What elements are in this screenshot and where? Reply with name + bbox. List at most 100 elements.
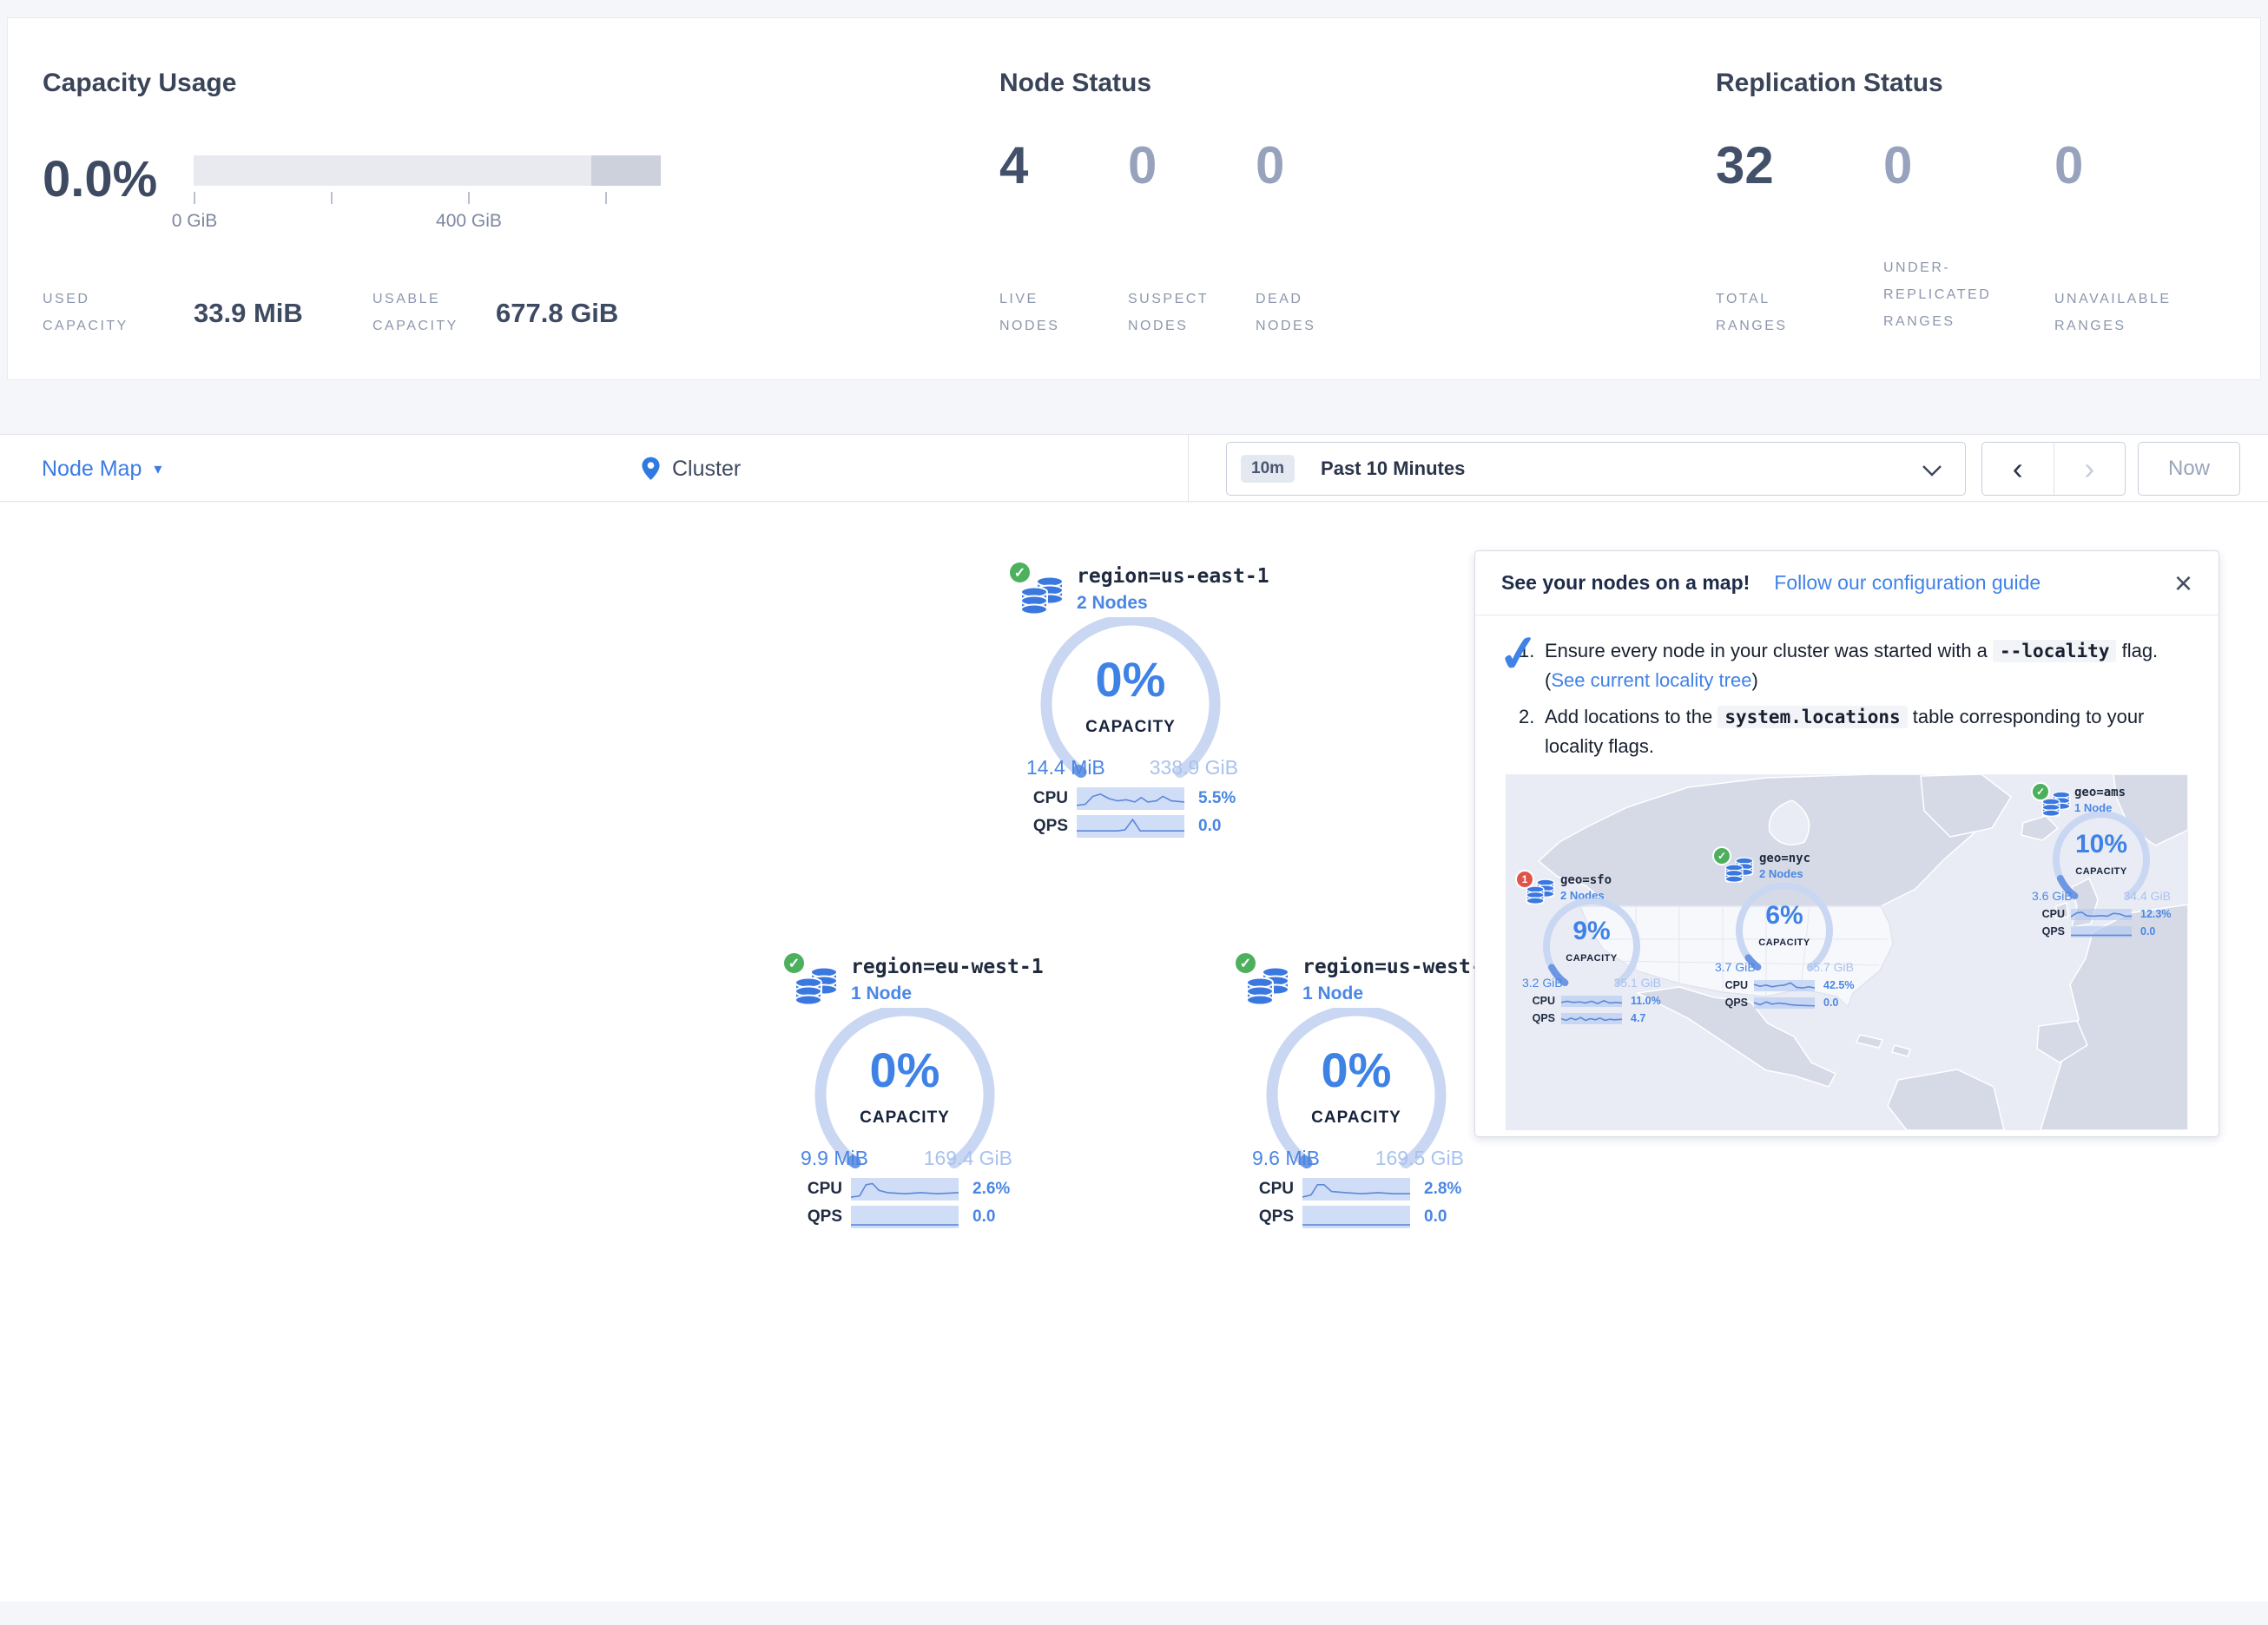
locality-name[interactable]: region=us-west-1 (1302, 956, 1495, 978)
used-capacity: 3.6 GiB (2032, 889, 2073, 903)
qps-metric-row: QPS 4.7 (1524, 1012, 1645, 1024)
capacity-percent: 0% (809, 1042, 1000, 1098)
used-capacity: 14.4 MiB (1026, 756, 1105, 780)
cpu-label: CPU (797, 1180, 842, 1199)
axis-tick-label: 400 GiB (408, 211, 530, 232)
close-icon[interactable]: × (2174, 568, 2192, 599)
locality-node-count[interactable]: 1 Node (851, 984, 1044, 1004)
cpu-value: 2.6% (972, 1180, 1010, 1199)
cpu-metric-row: CPU 42.5% (1717, 979, 1854, 991)
health-ok-icon: ✓ (781, 951, 807, 976)
qps-metric-row: QPS 0.0 (797, 1206, 995, 1228)
qps-metric-row: QPS 0.0 (1249, 1206, 1447, 1228)
capacity-bar (194, 155, 661, 186)
node-group-us-east-1[interactable]: ✓ region=us-east-1 2 Nodes 0% CAPACITY 1… (1007, 560, 1276, 855)
health-warning-icon: 1 (1515, 870, 1534, 889)
map-node-group-geo-nyc[interactable]: ✓ geo=nyc 2 Nodes 6% CAPACITY 3.7 GiB 65… (1709, 846, 1865, 1011)
system-locations-code: system.locations (1717, 706, 1907, 728)
map-node-group-geo-ams[interactable]: ✓ geo=ams 1 Node 10% CAPACITY 3.6 GiB 34… (2027, 777, 2184, 942)
popup-header: See your nodes on a map! Follow our conf… (1475, 551, 2219, 615)
locality-node-count[interactable]: 2 Nodes (1759, 867, 1810, 880)
view-selector-label: Node Map (42, 457, 142, 482)
capacity-used-percent: 0.0% (43, 150, 157, 208)
setup-step-2: 2.Add locations to the system.locations … (1531, 702, 2178, 761)
qps-sparkline (1077, 815, 1184, 838)
cpu-sparkline (1077, 787, 1184, 810)
usable-capacity: 169.4 GiB (924, 1147, 1012, 1170)
configuration-guide-link[interactable]: Follow our configuration guide (1774, 571, 2041, 595)
qps-label: QPS (1023, 817, 1068, 836)
breadcrumb-label: Cluster (672, 457, 741, 482)
now-button[interactable]: Now (2138, 442, 2240, 496)
cpu-sparkline (1561, 996, 1622, 1007)
step-text: ) (1751, 669, 1757, 691)
health-ok-icon: ✓ (1233, 951, 1258, 976)
time-range-select[interactable]: 10m Past 10 Minutes (1226, 442, 1966, 496)
cpu-metric-row: CPU 11.0% (1524, 995, 1661, 1007)
locality-node-count[interactable]: 1 Node (1302, 984, 1495, 1004)
locality-node-count[interactable]: 2 Nodes (1077, 593, 1269, 614)
under-replicated-ranges-value: 0 (1883, 135, 1912, 195)
chevron-down-icon (1922, 464, 1942, 477)
cpu-metric-row: CPU 12.3% (2034, 908, 2171, 920)
step-number: 2. (1519, 702, 1534, 732)
capacity-percent: 10% (2049, 830, 2153, 859)
live-nodes-label: LIVE NODES (999, 286, 1095, 339)
locality-name[interactable]: geo=nyc (1759, 852, 1810, 865)
health-ok-icon: ✓ (1712, 846, 1731, 865)
node-group-eu-west-1[interactable]: ✓ region=eu-west-1 1 Node 0% CAPACITY 9.… (781, 951, 1051, 1246)
qps-label: QPS (2034, 925, 2065, 938)
map-node-group-geo-sfo[interactable]: 1 geo=sfo 2 Nodes 9% CAPACITY 3.2 GiB 35… (1515, 866, 1671, 1031)
capacity-label: CAPACITY (809, 1109, 1000, 1128)
suspect-nodes-value: 0 (1128, 135, 1157, 195)
suspect-nodes-label: SUSPECT NODES (1128, 286, 1229, 339)
qps-value: 4.7 (1631, 1012, 1645, 1024)
cluster-summary-bar: Capacity Usage 0.0% 0 GiB 400 GiB USED C… (7, 17, 2261, 380)
usable-capacity-value: 677.8 GiB (496, 298, 618, 329)
axis-tick (331, 192, 333, 204)
qps-metric-row: QPS 0.0 (1023, 815, 1221, 838)
step-complete-check-icon: ✓ (1495, 622, 1543, 686)
locality-name[interactable]: geo=ams (2074, 786, 2126, 799)
under-replicated-ranges-label: UNDER-REPLICATED RANGES (1883, 254, 2040, 336)
map-toolbar: Node Map ▾ Cluster 10m Past 10 Minutes ‹… (0, 434, 2268, 502)
replication-status-title: Replication Status (1716, 69, 1943, 98)
qps-value: 0.0 (1198, 817, 1221, 836)
qps-value: 0.0 (1823, 997, 1838, 1009)
cpu-label: CPU (2034, 908, 2065, 920)
toolbar-divider (1188, 435, 1189, 503)
location-pin-icon (641, 456, 661, 482)
step-text: Ensure every node in your cluster was st… (1545, 640, 1993, 661)
qps-sparkline (1302, 1206, 1410, 1228)
used-capacity: 3.2 GiB (1522, 976, 1563, 990)
chevron-right-icon: › (2084, 451, 2094, 487)
axis-tick (468, 192, 470, 204)
view-selector-dropdown[interactable]: Node Map ▾ (42, 435, 162, 503)
cpu-label: CPU (1023, 789, 1068, 808)
breadcrumb[interactable]: Cluster (641, 435, 741, 503)
cpu-metric-row: CPU 5.5% (1023, 787, 1236, 810)
used-capacity-value: 33.9 MiB (194, 298, 303, 329)
qps-sparkline (851, 1206, 959, 1228)
capacity-percent: 0% (1261, 1042, 1452, 1098)
now-button-label: Now (2168, 457, 2210, 481)
capacity-percent: 0% (1035, 651, 1226, 707)
axis-tick (605, 192, 607, 204)
locality-tree-link[interactable]: See current locality tree (1551, 669, 1751, 691)
locality-name[interactable]: geo=sfo (1560, 873, 1612, 887)
cpu-label: CPU (1717, 979, 1748, 991)
time-forward-button[interactable]: › (2054, 443, 2126, 495)
qps-label: QPS (797, 1207, 842, 1227)
qps-sparkline (1754, 997, 1815, 1009)
cpu-sparkline (1754, 980, 1815, 991)
node-group-us-west-1[interactable]: ✓ region=us-west-1 1 Node 0% CAPACITY 9.… (1233, 951, 1502, 1246)
locality-name[interactable]: region=us-east-1 (1077, 565, 1269, 588)
locality-name[interactable]: region=eu-west-1 (851, 956, 1044, 978)
time-back-button[interactable]: ‹ (1982, 443, 2054, 495)
unavailable-ranges-label: UNAVAILABLE RANGES (2054, 286, 2211, 339)
cpu-metric-row: CPU 2.8% (1249, 1178, 1461, 1201)
axis-tick-label: 0 GiB (134, 211, 255, 232)
qps-value: 0.0 (1424, 1207, 1447, 1227)
cpu-sparkline (851, 1178, 959, 1201)
chevron-left-icon: ‹ (2013, 451, 2023, 487)
